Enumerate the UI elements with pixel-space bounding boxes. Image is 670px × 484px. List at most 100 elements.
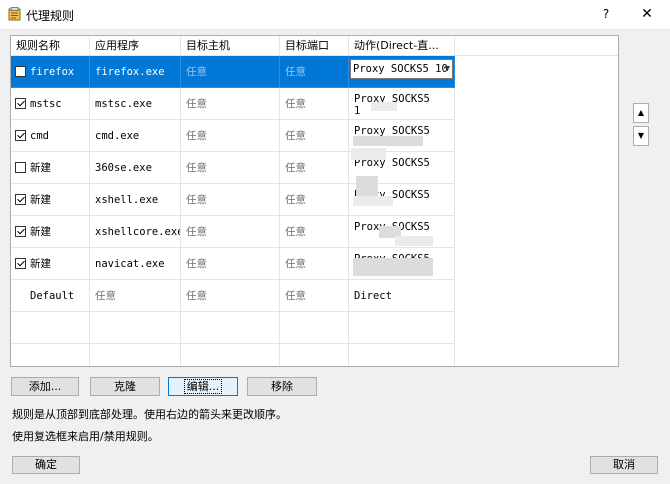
cancel-button[interactable]: 取消 xyxy=(590,456,658,474)
redaction-patch xyxy=(353,258,433,276)
table-row[interactable]: 新建 xshellcore.exe 任意 任意 Proxy SOCKS5 xyxy=(11,216,618,248)
rule-name-cell: mstsc xyxy=(11,88,90,120)
rule-enable-checkbox[interactable] xyxy=(15,65,26,77)
table-row[interactable]: Default 任意 任意 任意 Direct xyxy=(11,280,618,312)
add-button[interactable]: 添加... xyxy=(11,377,79,396)
empty-cell xyxy=(11,344,90,366)
action-dropdown[interactable]: Proxy SOCKS5 10 ▼ xyxy=(350,59,453,79)
rule-name: 新建 xyxy=(30,226,51,238)
application-cell: xshell.exe xyxy=(90,184,181,216)
clone-button[interactable]: 克隆 xyxy=(90,377,160,396)
redaction-patch xyxy=(351,148,386,160)
action-cell: Proxy SOCKS5 10 ▼ xyxy=(349,56,455,88)
move-up-button[interactable]: ▲ xyxy=(633,103,649,123)
empty-row xyxy=(11,344,618,366)
rule-name: 新建 xyxy=(30,162,51,174)
redaction-patch xyxy=(356,176,378,198)
rule-name-cell: 新建 xyxy=(11,184,90,216)
table-row[interactable]: 新建 xshell.exe 任意 任意 Proxy SOCKS5 xyxy=(11,184,618,216)
rule-name-cell: 新建 xyxy=(11,216,90,248)
target-host-cell: 任意 xyxy=(181,56,280,88)
rule-enable-checkbox[interactable] xyxy=(15,129,26,141)
empty-cell xyxy=(280,344,349,366)
rule-name-cell: cmd xyxy=(11,120,90,152)
chevron-down-icon: ▼ xyxy=(444,64,450,74)
help-button[interactable]: ? xyxy=(596,5,616,23)
target-host-cell: 任意 xyxy=(181,88,280,120)
target-port-cell: 任意 xyxy=(280,88,349,120)
table-row[interactable]: mstsc mstsc.exe 任意 任意 Proxy SOCKS5 1 xyxy=(11,88,618,120)
table-row[interactable]: cmd cmd.exe 任意 任意 Proxy SOCKS5 xyxy=(11,120,618,152)
table-row[interactable]: 新建 navicat.exe 任意 任意 Proxy SOCKS5 xyxy=(11,248,618,280)
table-row[interactable]: 新建 360se.exe 任意 任意 Proxy SOCKS5 xyxy=(11,152,618,184)
column-header-rule-name[interactable]: 规则名称 xyxy=(11,36,90,55)
table-header: 规则名称 应用程序 目标主机 目标端口 动作(Direct-直... xyxy=(11,36,618,56)
rule-enable-checkbox[interactable] xyxy=(15,257,26,269)
empty-cell xyxy=(11,312,90,344)
rule-name: 新建 xyxy=(30,258,51,270)
target-host-cell: 任意 xyxy=(181,216,280,248)
title-bar: 代理规则 ? ✕ xyxy=(0,0,670,30)
target-host-cell: 任意 xyxy=(181,120,280,152)
target-port-cell: 任意 xyxy=(280,216,349,248)
application-cell: firefox.exe xyxy=(90,56,181,88)
table-row[interactable]: firefox firefox.exe 任意 任意 Proxy SOCKS5 1… xyxy=(11,56,618,88)
target-port-cell: 任意 xyxy=(280,184,349,216)
target-host-cell: 任意 xyxy=(181,184,280,216)
rule-enable-checkbox[interactable] xyxy=(15,97,26,109)
target-host-cell: 任意 xyxy=(181,280,280,312)
empty-cell xyxy=(181,312,280,344)
target-host-cell: 任意 xyxy=(181,152,280,184)
rule-enable-checkbox[interactable] xyxy=(15,225,26,237)
redaction-patch xyxy=(353,196,393,206)
column-header-target-host[interactable]: 目标主机 xyxy=(181,36,280,55)
redaction-patch xyxy=(395,236,433,246)
close-button[interactable]: ✕ xyxy=(634,4,660,24)
action-cell: Direct xyxy=(349,280,455,312)
action-cell: Proxy SOCKS5 1 xyxy=(349,88,455,120)
window-title: 代理规则 xyxy=(26,9,75,23)
empty-cell xyxy=(90,344,181,366)
target-host-cell: 任意 xyxy=(181,248,280,280)
rule-name-cell: 新建 xyxy=(11,248,90,280)
column-header-application[interactable]: 应用程序 xyxy=(90,36,181,55)
application-cell: navicat.exe xyxy=(90,248,181,280)
empty-row xyxy=(11,312,618,344)
edit-button-label: 编辑... xyxy=(183,379,223,394)
rules-table: 规则名称 应用程序 目标主机 目标端口 动作(Direct-直... firef… xyxy=(10,35,619,367)
action-dropdown-value: Proxy SOCKS5 10 xyxy=(353,63,448,75)
rule-enable-checkbox[interactable] xyxy=(15,193,26,205)
rule-name-cell: Default xyxy=(11,280,90,312)
rule-enable-checkbox[interactable] xyxy=(15,161,26,173)
target-port-cell: 任意 xyxy=(280,152,349,184)
target-port-cell: 任意 xyxy=(280,280,349,312)
rule-name-cell: 新建 xyxy=(11,152,90,184)
rule-name: cmd xyxy=(30,130,49,142)
empty-cell xyxy=(90,312,181,344)
empty-cell xyxy=(280,312,349,344)
rule-name: firefox xyxy=(30,66,75,78)
application-cell: mstsc.exe xyxy=(90,88,181,120)
column-header-action[interactable]: 动作(Direct-直... xyxy=(349,36,455,55)
app-icon xyxy=(8,7,21,21)
move-down-button[interactable]: ▼ xyxy=(633,126,649,146)
target-port-cell: 任意 xyxy=(280,56,349,88)
empty-cell xyxy=(349,312,455,344)
application-cell: xshellcore.exe xyxy=(90,216,181,248)
rule-name: mstsc xyxy=(30,98,62,110)
remove-button[interactable]: 移除 xyxy=(247,377,317,396)
rule-name: Default xyxy=(30,290,75,302)
application-cell: 任意 xyxy=(90,280,181,312)
empty-cell xyxy=(349,344,455,366)
target-port-cell: 任意 xyxy=(280,248,349,280)
checkbox-hint-text: 使用复选框来启用/禁用规则。 xyxy=(12,430,159,443)
column-header-target-port[interactable]: 目标端口 xyxy=(280,36,349,55)
redaction-patch xyxy=(371,102,397,111)
edit-button[interactable]: 编辑... xyxy=(168,377,238,396)
target-port-cell: 任意 xyxy=(280,120,349,152)
rule-name: 新建 xyxy=(30,194,51,206)
order-hint-text: 规则是从顶部到底部处理。使用右边的箭头来更改顺序。 xyxy=(12,408,287,421)
empty-cell xyxy=(181,344,280,366)
application-cell: cmd.exe xyxy=(90,120,181,152)
ok-button[interactable]: 确定 xyxy=(12,456,80,474)
